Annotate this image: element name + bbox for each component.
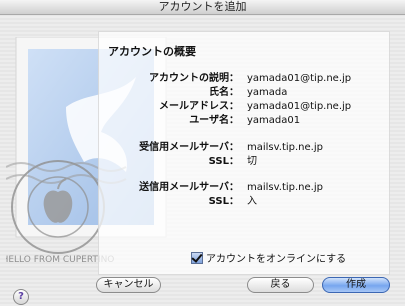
row-incoming-ssl: SSL： 切 — [99, 155, 389, 169]
label-outgoing-ssl: SSL： — [208, 196, 239, 207]
account-summary-panel: アカウントの概要 アカウントの説明： yamada01@tip.ne.jp 氏名… — [98, 31, 390, 275]
value-name: yamada — [247, 87, 288, 98]
window-title: アカウントを追加 — [0, 0, 405, 15]
row-outgoing-ssl: SSL： 入 — [99, 195, 389, 209]
value-outgoing-server: mailsv.tip.ne.jp — [247, 182, 323, 193]
label-name: 氏名： — [209, 87, 239, 98]
panel-title: アカウントの概要 — [108, 45, 196, 58]
label-incoming-ssl: SSL： — [208, 156, 239, 167]
row-incoming-server: 受信用メールサーバ： mailsv.tip.ne.jp — [99, 141, 389, 155]
value-description: yamada01@tip.ne.jp — [247, 73, 352, 84]
value-incoming-server: mailsv.tip.ne.jp — [247, 142, 323, 153]
online-checkbox-row[interactable]: アカウントをオンラインにする — [191, 252, 346, 266]
label-outgoing-server: 送信用メールサーバ： — [139, 182, 239, 193]
label-incoming-server: 受信用メールサーバ： — [139, 142, 239, 153]
back-button[interactable]: 戻る — [247, 277, 314, 293]
value-username: yamada01 — [247, 115, 301, 126]
row-description: アカウントの説明： yamada01@tip.ne.jp — [99, 72, 389, 86]
help-button[interactable]: ? — [13, 289, 29, 305]
online-checkbox[interactable] — [191, 252, 203, 264]
label-username: ユーザ名： — [189, 115, 239, 126]
label-description: アカウントの説明： — [149, 73, 239, 84]
row-outgoing-server: 送信用メールサーバ： mailsv.tip.ne.jp — [99, 181, 389, 195]
row-name: 氏名： yamada — [99, 86, 389, 100]
online-checkbox-label: アカウントをオンラインにする — [206, 254, 347, 265]
dialog-content: HELLO FROM CUPERTINO アカウントの概要 アカウントの説明： … — [0, 15, 405, 306]
value-email: yamada01@tip.ne.jp — [247, 101, 352, 112]
row-username: ユーザ名： yamada01 — [99, 114, 389, 128]
create-button[interactable]: 作成 — [322, 277, 390, 293]
value-outgoing-ssl: 入 — [247, 196, 257, 207]
label-email: メールアドレス： — [159, 101, 239, 112]
value-incoming-ssl: 切 — [247, 156, 257, 167]
cancel-button[interactable]: キャンセル — [96, 277, 161, 293]
add-account-window: アカウントを追加 HELLO FROM CUPERTINO アカウントの概要 ア… — [0, 0, 405, 306]
row-email: メールアドレス： yamada01@tip.ne.jp — [99, 100, 389, 114]
